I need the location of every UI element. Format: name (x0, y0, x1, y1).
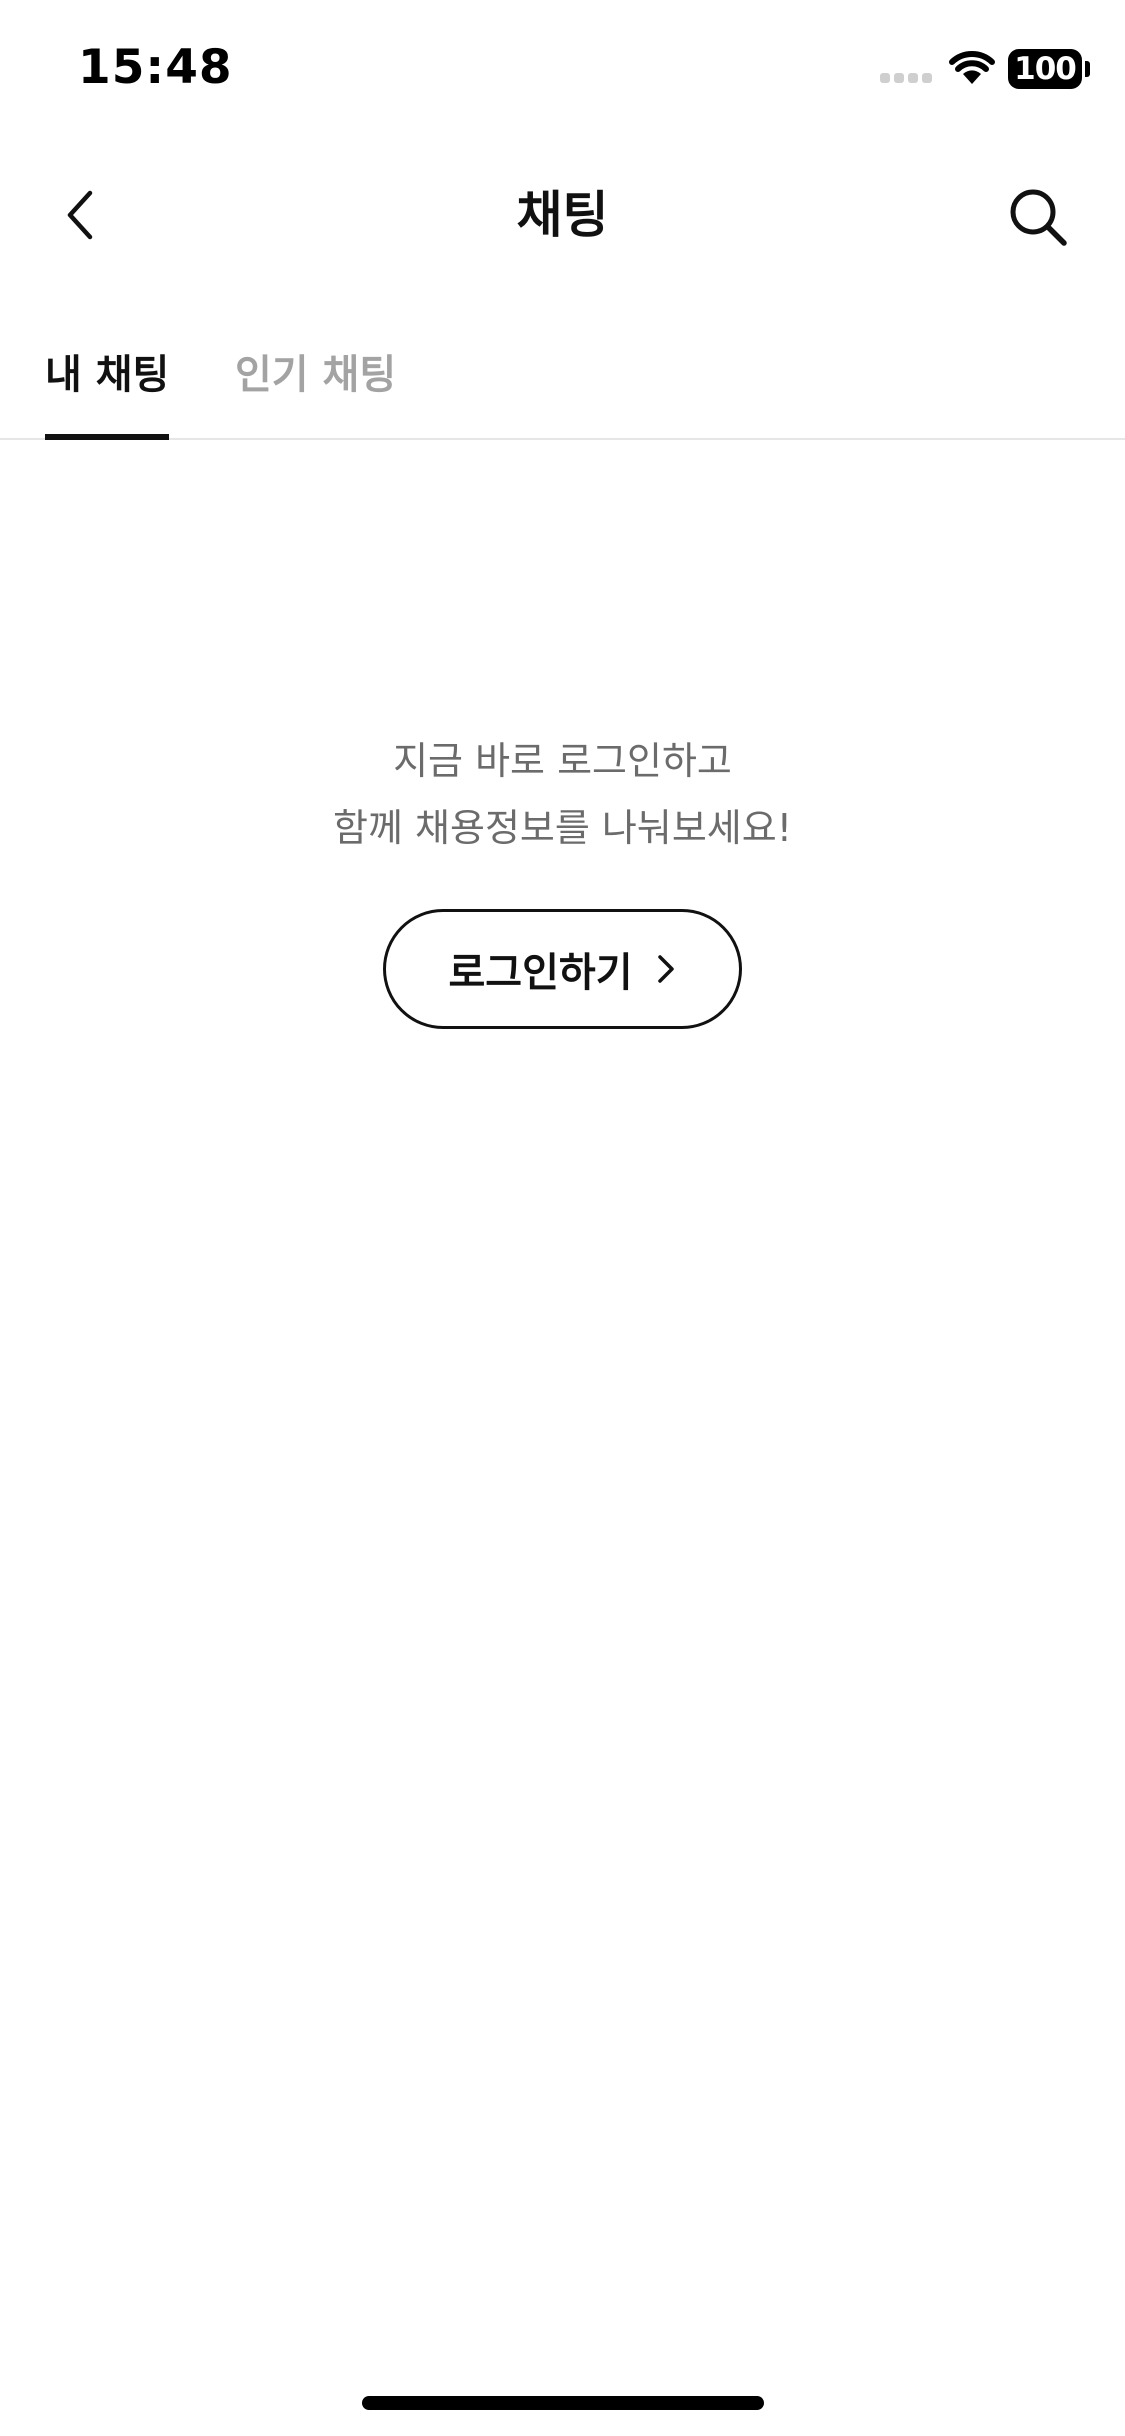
cellular-signal-icon (880, 73, 934, 85)
login-button-label: 로그인하기 (448, 950, 633, 996)
home-indicator[interactable] (362, 2396, 764, 2410)
status-time: 15:48 (78, 40, 233, 95)
chat-tabs: 내 채팅 인기 채팅 (0, 330, 1125, 440)
login-prompt-message: 지금 바로 로그인하고 함께 채용정보를 나눠보세요! (0, 728, 1125, 862)
active-tab-indicator (45, 434, 169, 440)
status-bar: 15:48 100 (0, 0, 1125, 140)
login-prompt-line-1: 지금 바로 로그인하고 (393, 739, 732, 783)
tab-my-chats[interactable]: 내 채팅 (45, 330, 169, 440)
search-icon (1010, 189, 1067, 246)
wifi-icon (948, 50, 996, 86)
chevron-right-icon (655, 952, 677, 986)
battery-indicator: 100 (1008, 49, 1082, 89)
login-prompt-line-2: 함께 채용정보를 나눠보세요! (333, 806, 792, 850)
search-button[interactable] (996, 175, 1080, 259)
battery-tip (1085, 61, 1090, 77)
login-button[interactable]: 로그인하기 (383, 909, 742, 1029)
tab-popular-chats[interactable]: 인기 채팅 (235, 330, 396, 440)
chat-screen: 15:48 100 채팅 내 채팅 인기 채팅 지금 바로 로그인하고 함께 채… (0, 0, 1125, 2436)
page-title: 채팅 (516, 186, 609, 244)
back-button[interactable] (40, 175, 120, 255)
chevron-left-icon (67, 190, 93, 240)
navigation-bar: 채팅 (0, 160, 1125, 270)
